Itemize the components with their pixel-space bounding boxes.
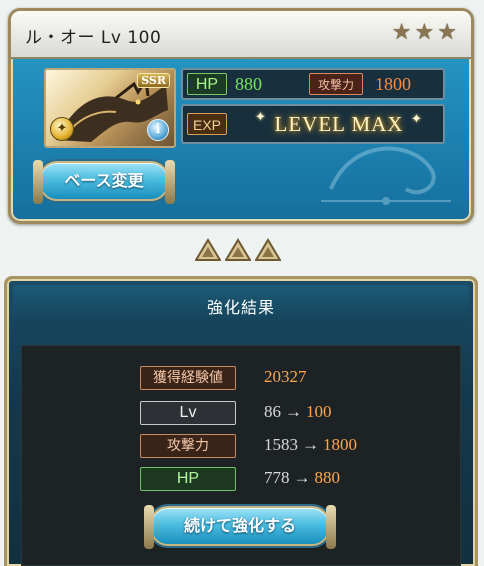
level-before: 86 [264, 402, 281, 421]
arrow-icon: → [285, 402, 302, 421]
button-cap-right [326, 505, 336, 549]
star-icon: ★ [414, 20, 435, 45]
rarity-badge: SSR [137, 73, 170, 88]
star-icon: ★ [391, 20, 412, 45]
info-icon[interactable]: i [147, 119, 169, 141]
exp-label: EXP [187, 113, 227, 135]
continue-enhance-label: 続けて強化する [183, 516, 296, 535]
triangle-icon [225, 238, 251, 261]
character-level: Lv 100 [100, 28, 162, 48]
exp-row: EXP ✦ ✦ LEVEL MAX [181, 104, 445, 144]
result-row-exp: 獲得経験値 20327 [22, 366, 460, 390]
character-name: ル・オー [25, 28, 95, 48]
result-row-level: Lv 86 → 100 [22, 401, 460, 425]
attack-result-label: 攻撃力 [140, 434, 236, 458]
level-up-indicators [195, 238, 281, 262]
arrow-icon: → [293, 468, 311, 487]
attack-before: 1583 [264, 435, 298, 454]
card-title-bar: ル・オー Lv 100 ★ ★ ★ [11, 11, 471, 59]
result-row-attack: 攻撃力 1583 → 1800 [22, 434, 460, 458]
character-portrait[interactable]: SSR ✦ i [44, 68, 176, 148]
attack-value: 1800 [375, 74, 411, 94]
arrow-icon: → [302, 435, 319, 454]
star-icon: ★ [437, 20, 457, 45]
continue-enhance-button[interactable]: 続けて強化する [144, 505, 336, 549]
hp-label: HP [187, 73, 227, 95]
rarity-stars: ★ ★ ★ [392, 20, 457, 46]
hp-before: 778 [264, 468, 290, 487]
base-change-label: ベース変更 [64, 171, 144, 190]
hp-attack-row: HP 880 攻撃力 1800 [181, 68, 445, 100]
attack-label: 攻撃力 [309, 73, 363, 95]
hp-value: 880 [235, 74, 262, 94]
base-change-button[interactable]: ベース変更 [33, 160, 175, 204]
level-label: Lv [140, 401, 236, 425]
exp-gained-value: 20327 [264, 367, 307, 387]
panel-title: 強化結果 [206, 298, 275, 317]
button-cap-right [165, 160, 175, 204]
button-cap-left [33, 160, 43, 204]
light-element-icon: ✦ [50, 117, 74, 141]
attack-after: 1800 [323, 435, 357, 454]
hp-result-label: HP [140, 467, 236, 491]
character-title: ル・オー Lv 100 [25, 23, 161, 48]
level-after: 100 [306, 402, 332, 421]
level-max-text: LEVEL MAX [274, 112, 404, 136]
level-change: 86 → 100 [264, 402, 332, 422]
triangle-icon [195, 238, 221, 261]
triangle-icon [255, 238, 281, 261]
button-cap-left [144, 505, 154, 549]
character-card: ル・オー Lv 100 ★ ★ ★ SSR ✦ i HP 880 攻撃力 180… [8, 8, 474, 224]
hp-after: 880 [314, 468, 341, 487]
hp-change: 778 → 880 [264, 468, 340, 488]
exp-gained-label: 獲得経験値 [140, 366, 236, 390]
result-row-hp: HP 778 → 880 [22, 467, 460, 491]
exp-gained-number: 20327 [264, 367, 307, 386]
attack-change: 1583 → 1800 [264, 435, 357, 455]
